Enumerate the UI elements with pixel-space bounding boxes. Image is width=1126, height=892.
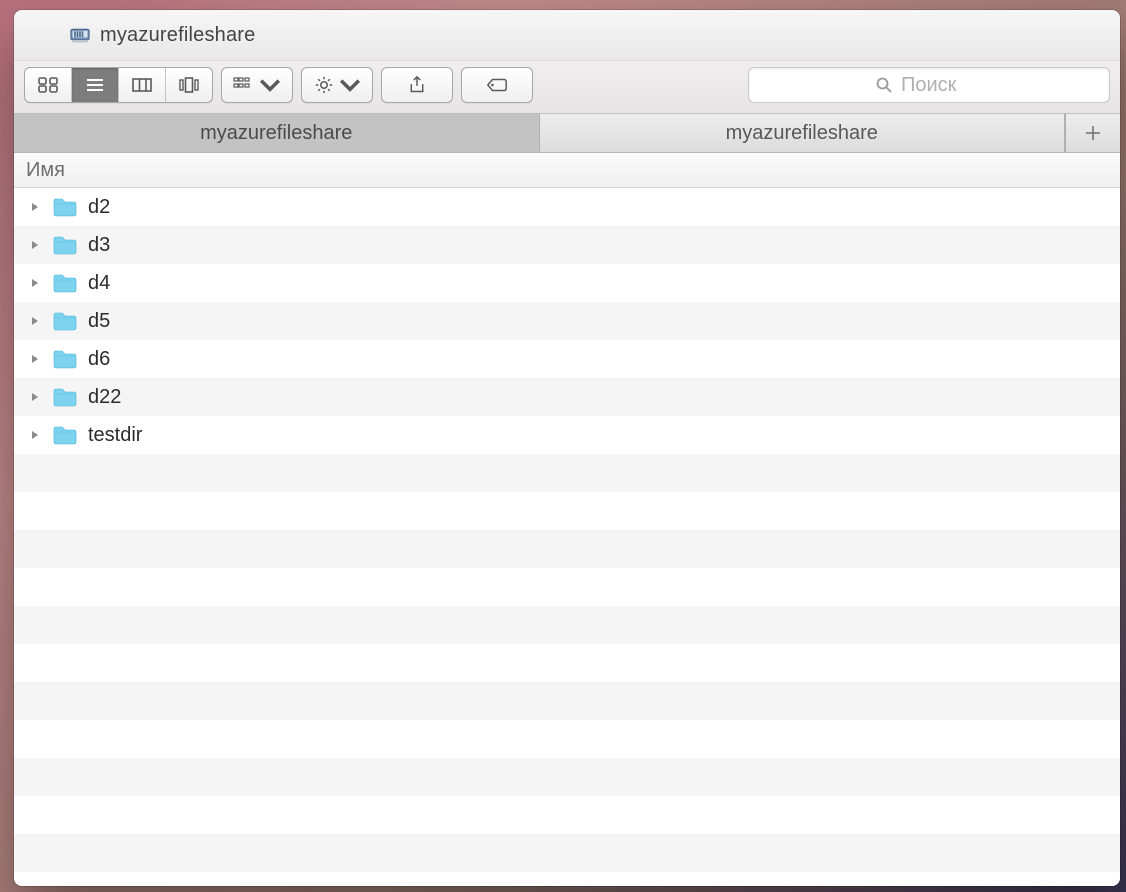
share-button[interactable] (381, 67, 453, 103)
folder-icon (52, 196, 78, 218)
search-input[interactable] (899, 73, 983, 98)
view-list-button[interactable] (72, 68, 119, 102)
empty-row (14, 682, 1120, 720)
empty-row (14, 454, 1120, 492)
file-name: d22 (88, 386, 121, 409)
tag-icon (486, 76, 508, 94)
window-title: myazurefileshare (100, 24, 256, 47)
empty-row (14, 758, 1120, 796)
tab-label: myazurefileshare (726, 122, 878, 145)
empty-row (14, 530, 1120, 568)
empty-row (14, 606, 1120, 644)
file-row[interactable]: d22 (14, 378, 1120, 416)
tab-label: myazurefileshare (200, 122, 352, 145)
empty-row (14, 834, 1120, 872)
coverflow-icon (178, 76, 200, 94)
folder-icon (52, 348, 78, 370)
file-row[interactable]: d4 (14, 264, 1120, 302)
finder-window: myazurefileshare (14, 10, 1120, 886)
action-button[interactable] (301, 67, 373, 103)
new-tab-button[interactable] (1065, 114, 1120, 152)
arrange-icon (233, 76, 255, 94)
view-icons-button[interactable] (25, 68, 72, 102)
chevron-down-icon (339, 76, 361, 94)
disclosure-triangle-icon[interactable] (28, 277, 42, 289)
file-row[interactable]: d2 (14, 188, 1120, 226)
columns-icon (131, 76, 153, 94)
titlebar: myazurefileshare (14, 10, 1120, 61)
folder-icon (52, 424, 78, 446)
tags-button[interactable] (461, 67, 533, 103)
empty-row (14, 644, 1120, 682)
file-name: d5 (88, 310, 110, 333)
folder-icon (52, 310, 78, 332)
tab-0[interactable]: myazurefileshare (14, 114, 540, 152)
plus-icon (1084, 124, 1102, 142)
disclosure-triangle-icon[interactable] (28, 353, 42, 365)
file-row[interactable]: d3 (14, 226, 1120, 264)
empty-row (14, 720, 1120, 758)
toolbar (14, 61, 1120, 114)
folder-icon (52, 386, 78, 408)
tab-1[interactable]: myazurefileshare (540, 114, 1066, 152)
disclosure-triangle-icon[interactable] (28, 391, 42, 403)
empty-row (14, 796, 1120, 834)
view-switcher (24, 67, 213, 103)
folder-icon (52, 272, 78, 294)
file-row[interactable]: testdir (14, 416, 1120, 454)
folder-icon (52, 234, 78, 256)
empty-row (14, 568, 1120, 606)
gear-icon (313, 76, 335, 94)
file-name: d4 (88, 272, 110, 295)
column-header-row: Имя (14, 153, 1120, 188)
disclosure-triangle-icon[interactable] (28, 429, 42, 441)
view-columns-button[interactable] (119, 68, 166, 102)
list-icon (84, 76, 106, 94)
network-share-icon (70, 26, 90, 44)
file-row[interactable]: d6 (14, 340, 1120, 378)
empty-row (14, 492, 1120, 530)
search-field[interactable] (748, 67, 1110, 103)
chevron-down-icon (259, 76, 281, 94)
grid-icon (37, 76, 59, 94)
search-icon (875, 76, 893, 94)
tab-bar: myazurefileshare myazurefileshare (14, 114, 1120, 153)
column-header-name[interactable]: Имя (26, 159, 65, 182)
arrange-button[interactable] (221, 67, 293, 103)
file-name: testdir (88, 424, 142, 447)
disclosure-triangle-icon[interactable] (28, 239, 42, 251)
disclosure-triangle-icon[interactable] (28, 315, 42, 327)
disclosure-triangle-icon[interactable] (28, 201, 42, 213)
file-row[interactable]: d5 (14, 302, 1120, 340)
file-listing: d2 d3 d4 d5 d6 d22 testdir (14, 188, 1120, 886)
view-coverflow-button[interactable] (166, 68, 212, 102)
share-icon (406, 76, 428, 94)
file-name: d6 (88, 348, 110, 371)
file-name: d2 (88, 196, 110, 219)
file-name: d3 (88, 234, 110, 257)
